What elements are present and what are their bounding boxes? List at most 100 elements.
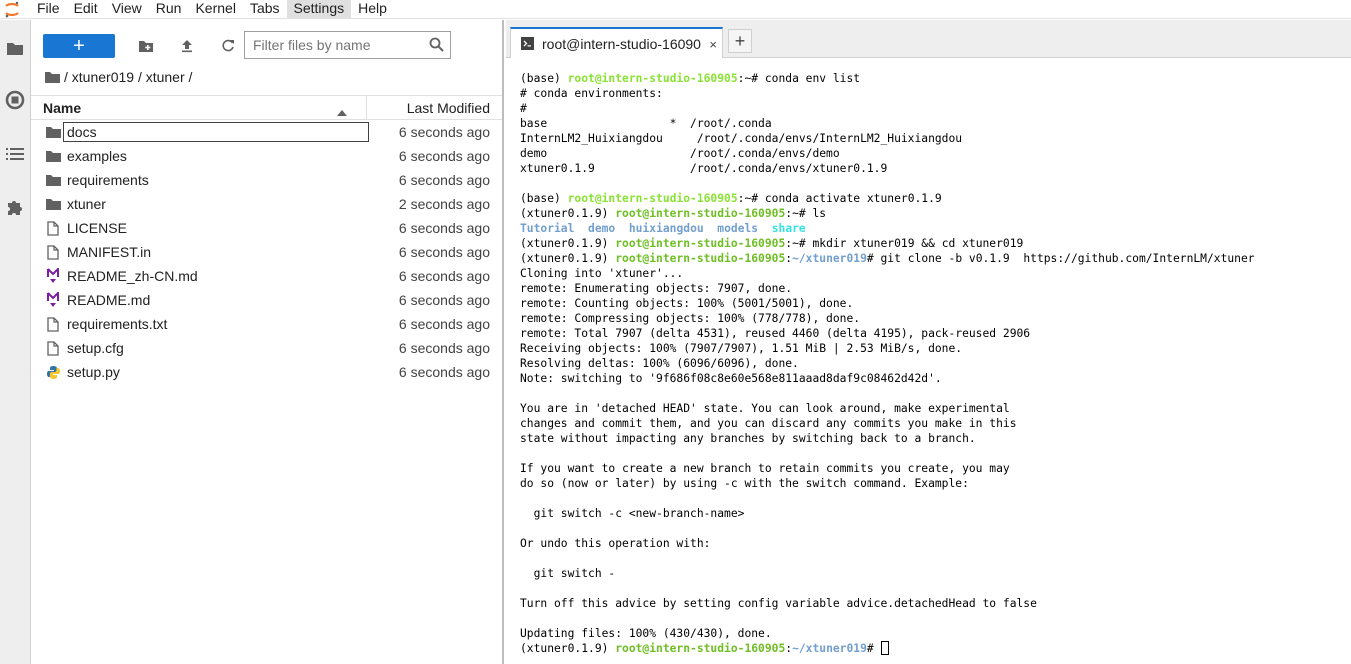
file-row-setup-cfg[interactable]: setup.cfg 6 seconds ago [31,336,502,360]
file-name: MANIFEST.in [67,244,152,260]
terminal-text: # [866,642,881,655]
file-row-manifest-in[interactable]: MANIFEST.in 6 seconds ago [31,240,502,264]
terminal-line: Note: switching to '9f686f08c8e60e568e81… [520,371,1255,386]
terminal-line: git switch -c <new-branch-name> [520,506,1255,521]
file-icon [45,244,61,260]
terminal-text: remote: Compressing objects: 100% (778/7… [520,312,861,325]
tab-terminal[interactable]: root@intern-studio-16090 × [510,27,723,58]
menu-file[interactable]: File [30,0,67,19]
file-name: setup.py [67,364,120,380]
new-folder-icon[interactable] [136,36,156,56]
tab-title: root@intern-studio-16090 [542,35,701,52]
terminal-text: state without impacting any branches by … [520,432,976,445]
file-name: requirements.txt [67,316,168,332]
close-icon[interactable]: × [709,37,717,52]
file-name: setup.cfg [67,340,124,356]
folder-icon[interactable] [4,37,26,59]
file-row-setup-py[interactable]: setup.py 6 seconds ago [31,360,502,384]
file-row-examples[interactable]: examples 6 seconds ago [31,144,502,168]
file-browser: + / xtuner019 / xtuner / Name Last Modif… [31,20,504,664]
file-row-docs[interactable]: docs 6 seconds ago [31,120,502,144]
breadcrumb-path[interactable]: / xtuner019 / xtuner / [64,69,192,85]
terminal-line: remote: Enumerating objects: 7907, done. [520,281,1255,296]
terminal-text: (xtuner0.1.9) [520,252,616,265]
sort-ascending-icon[interactable] [337,103,347,119]
terminal-highlight: root@intern-studio-160905 [615,237,786,250]
new-launcher-button[interactable]: + [43,34,115,58]
terminal-line: Tutorial demo huixiangdou models share [520,221,1255,236]
menu-help[interactable]: Help [351,0,394,19]
terminal-line: changes and commit them, and you can dis… [520,416,1255,431]
terminal-highlight: ~/xtuner019 [792,642,867,655]
file-row-readme-zh-cn-md[interactable]: README_zh-CN.md 6 seconds ago [31,264,502,288]
file-name-rename-field[interactable]: docs [63,122,369,142]
file-modified: 6 seconds ago [398,244,490,260]
folder-icon [45,148,61,164]
terminal-text: :~# mkdir xtuner019 && cd xtuner019 [785,237,1024,250]
menu-kernel[interactable]: Kernel [188,0,242,19]
column-header-name[interactable]: Name [43,100,81,116]
terminal-line: Turn off this advice by setting config v… [520,596,1255,611]
file-row-license[interactable]: LICENSE 6 seconds ago [31,216,502,240]
folder-icon[interactable] [45,71,60,83]
terminal-line: Receiving objects: 100% (7907/7907), 1.5… [520,341,1255,356]
terminal-text: (xtuner0.1.9) [520,237,616,250]
terminal-highlight: models [717,222,759,235]
terminal-text: :~# ls [785,207,827,220]
file-row-xtuner[interactable]: xtuner 2 seconds ago [31,192,502,216]
terminal-text: # [520,102,527,115]
file-icon [45,220,61,236]
file-modified: 6 seconds ago [398,316,490,332]
file-row-readme-md[interactable]: README.md 6 seconds ago [31,288,502,312]
terminal-line: do so (now or later) by using -c with th… [520,476,1255,491]
search-icon[interactable] [429,37,444,55]
terminal-line: base * /root/.conda [520,116,1255,131]
terminal-text: You are in 'detached HEAD' state. You ca… [520,402,1010,415]
stop-circle-icon[interactable] [4,89,26,111]
terminal-highlight: root@intern-studio-160905 [567,72,738,85]
file-list: docs 6 seconds ago examples 6 seconds ago re… [31,120,502,384]
terminal-highlight: Tutorial [520,222,575,235]
terminal-panel[interactable]: (base) root@intern-studio-160905:~# cond… [506,59,1351,664]
folder-icon [45,124,61,140]
puzzle-icon[interactable] [4,196,26,218]
terminal-line: Resolving deltas: 100% (6096/6096), done… [520,356,1255,371]
file-name: README.md [67,292,151,308]
file-modified: 6 seconds ago [398,124,490,140]
terminal-line: (xtuner0.1.9) root@intern-studio-160905:… [520,251,1255,266]
terminal-text: base * /root/.conda [520,117,772,130]
file-modified: 6 seconds ago [398,340,490,356]
menu-tabs[interactable]: Tabs [243,0,287,19]
terminal-line: xtuner0.1.9 /root/.conda/envs/xtuner0.1.… [520,161,1255,176]
column-divider[interactable] [366,96,367,119]
menu-items: File Edit View Run Kernel Tabs Settings Help [30,0,394,19]
list-icon[interactable] [4,143,26,165]
menu-edit[interactable]: Edit [67,0,105,19]
file-row-requirements-txt[interactable]: requirements.txt 6 seconds ago [31,312,502,336]
filter-files-box [244,31,451,59]
add-tab-button[interactable]: + [728,29,752,53]
terminal-line: remote: Compressing objects: 100% (778/7… [520,311,1255,326]
terminal-highlight: root@intern-studio-160905 [567,192,738,205]
jupyter-logo-icon [0,0,30,19]
file-row-requirements[interactable]: requirements 6 seconds ago [31,168,502,192]
terminal-text: git switch - [520,567,616,580]
menu-view[interactable]: View [105,0,149,19]
filter-files-input[interactable] [245,33,420,57]
file-list-header: Name Last Modified [31,95,502,120]
terminal-line: (base) root@intern-studio-160905:~# cond… [520,191,1255,206]
upload-icon[interactable] [177,36,197,56]
column-header-last-modified[interactable]: Last Modified [407,100,490,116]
menu-run[interactable]: Run [149,0,189,19]
menu-settings[interactable]: Settings [286,0,352,19]
terminal-text: # conda environments: [520,87,663,100]
refresh-icon[interactable] [218,36,238,56]
file-modified: 6 seconds ago [398,268,490,284]
